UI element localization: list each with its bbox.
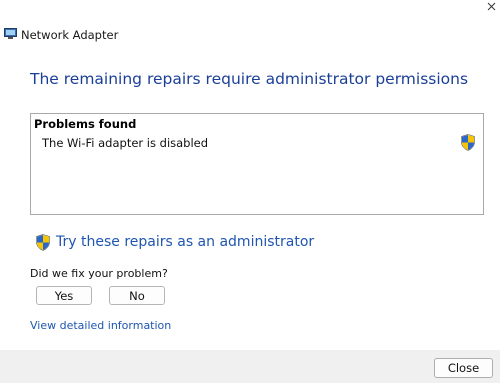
problems-found-title: Problems found	[34, 117, 137, 131]
no-button[interactable]: No	[109, 286, 165, 305]
title-bar: Network Adapter	[0, 0, 500, 42]
problem-item: The Wi-Fi adapter is disabled	[42, 136, 209, 150]
network-adapter-icon	[4, 28, 17, 39]
problems-found-panel: Problems found The Wi-Fi adapter is disa…	[30, 113, 484, 215]
run-as-admin-link[interactable]: Try these repairs as an administrator	[36, 232, 314, 252]
footer-bar	[0, 350, 500, 383]
uac-shield-icon	[36, 233, 50, 251]
close-button[interactable]: Close	[434, 358, 493, 378]
close-icon[interactable]	[482, 0, 500, 16]
view-detailed-information-link[interactable]: View detailed information	[30, 318, 171, 334]
page-heading: The remaining repairs require administra…	[30, 70, 469, 88]
uac-shield-icon	[461, 134, 475, 151]
feedback-question: Did we fix your problem?	[30, 267, 168, 280]
window-title: Network Adapter	[21, 28, 119, 42]
yes-button[interactable]: Yes	[36, 286, 92, 305]
run-as-admin-label[interactable]: Try these repairs as an administrator	[56, 233, 314, 251]
